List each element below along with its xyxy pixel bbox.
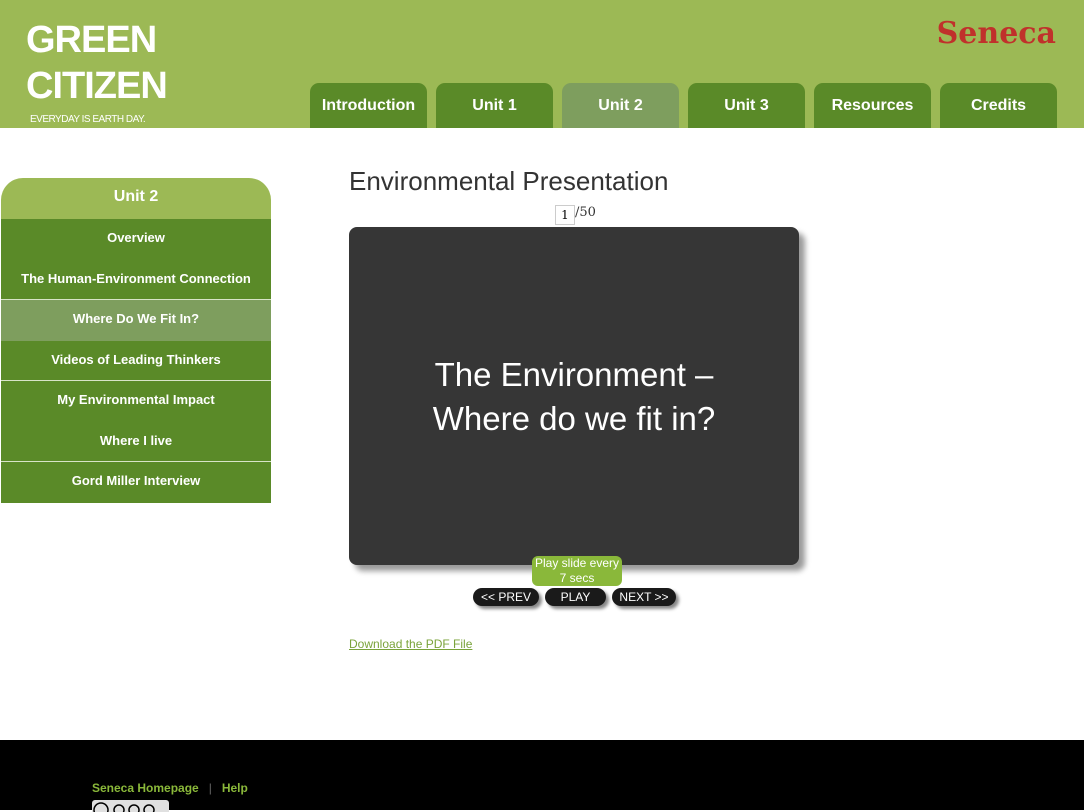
- sidebar-item-where-i-live[interactable]: Where I live: [1, 421, 271, 462]
- sidebar-item-human-environment-connection[interactable]: The Human-Environment Connection: [1, 259, 271, 300]
- footer-links: Seneca Homepage | Help: [92, 781, 248, 795]
- seneca-homepage-link[interactable]: Seneca Homepage: [92, 781, 199, 795]
- tab-credits[interactable]: Credits: [940, 83, 1057, 128]
- sidebar-item-gord-miller-interview[interactable]: Gord Miller Interview: [1, 462, 271, 503]
- sidebar: Unit 2 Overview The Human-Environment Co…: [1, 178, 271, 503]
- play-interval-line2: 7 secs: [559, 571, 595, 585]
- play-interval-line1: Play slide every: [534, 556, 620, 570]
- sidebar-title: Unit 2: [1, 178, 271, 219]
- slide-total: /50: [575, 205, 596, 220]
- play-button[interactable]: PLAY: [545, 588, 606, 606]
- page-title: Environmental Presentation: [349, 166, 669, 196]
- tab-unit-1[interactable]: Unit 1: [436, 83, 553, 128]
- site-header: GREEN CITIZEN EVERYDAY IS EARTH DAY. Sen…: [0, 0, 1084, 128]
- help-link[interactable]: Help: [222, 781, 248, 795]
- seneca-logo[interactable]: Seneca: [937, 16, 1056, 51]
- sidebar-item-where-do-we-fit-in[interactable]: Where Do We Fit In?: [1, 300, 271, 341]
- slide-content: The Environment – Where do we fit in?: [349, 353, 799, 441]
- logo-line1[interactable]: GREEN: [26, 19, 157, 62]
- next-button[interactable]: NEXT >>: [612, 588, 676, 606]
- site-footer: Seneca Homepage | Help: [0, 740, 1084, 812]
- tab-introduction[interactable]: Introduction: [310, 83, 427, 128]
- slide-text-line2: Where do we fit in?: [432, 400, 716, 437]
- sidebar-item-overview[interactable]: Overview: [1, 219, 271, 260]
- sidebar-item-my-environmental-impact[interactable]: My Environmental Impact: [1, 381, 271, 422]
- download-pdf-link[interactable]: Download the PDF File: [349, 637, 472, 651]
- slide-text-line1: The Environment –: [434, 356, 714, 393]
- slide-counter: /50: [555, 205, 596, 225]
- slide-viewer[interactable]: The Environment – Where do we fit in?: [349, 227, 799, 565]
- tab-unit-2[interactable]: Unit 2: [562, 83, 679, 128]
- tab-unit-3[interactable]: Unit 3: [688, 83, 805, 128]
- logo-line2[interactable]: CITIZEN: [26, 65, 168, 108]
- prev-button[interactable]: << PREV: [473, 588, 539, 606]
- play-interval-tooltip: Play slide every 7 secs: [532, 556, 622, 586]
- slide-number-input[interactable]: [555, 205, 575, 225]
- logo-tagline: EVERYDAY IS EARTH DAY.: [30, 114, 146, 125]
- tab-resources[interactable]: Resources: [814, 83, 931, 128]
- creative-commons-icon[interactable]: [92, 800, 169, 812]
- footer-separator: |: [208, 781, 212, 795]
- sidebar-item-videos-of-leading-thinkers[interactable]: Videos of Leading Thinkers: [1, 340, 271, 381]
